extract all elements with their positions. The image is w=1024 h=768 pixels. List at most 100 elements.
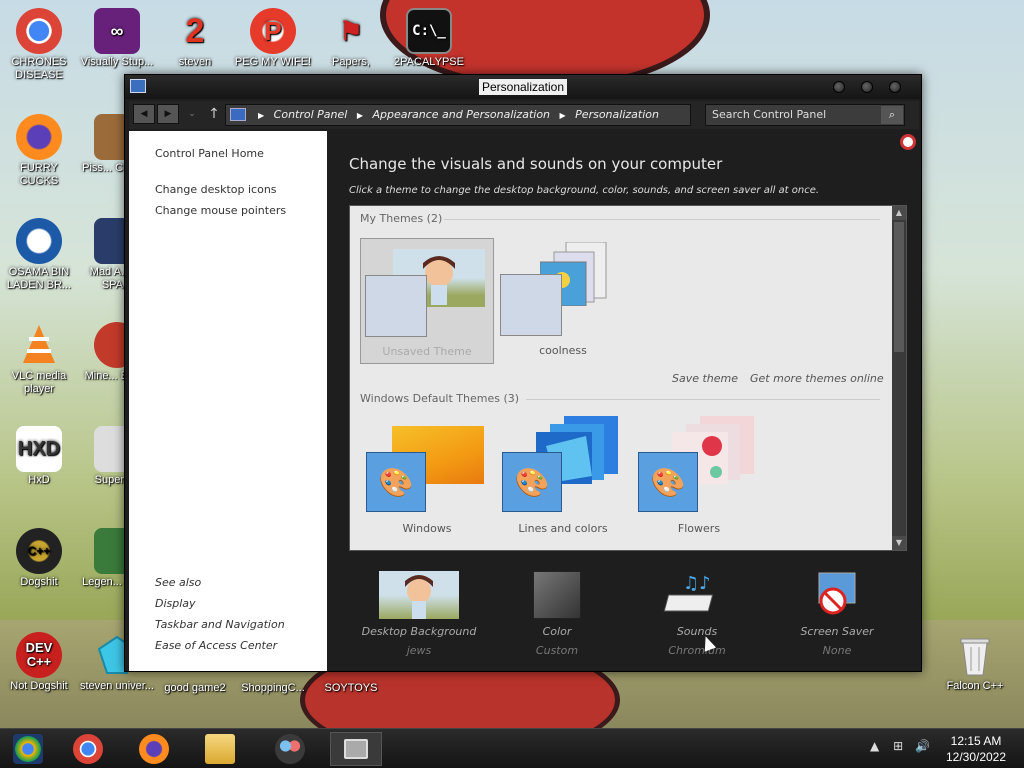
desktop-icon-shopping[interactable]: ShoppingC... bbox=[234, 682, 312, 695]
desktop-icon-label: steven bbox=[178, 56, 212, 68]
taskbar-people[interactable] bbox=[264, 732, 316, 766]
chrome-icon bbox=[16, 8, 62, 54]
desktop-icon-label: SOYTOYS bbox=[324, 682, 378, 694]
search-icon[interactable]: ⌕ bbox=[881, 106, 903, 124]
page-title: Change the visuals and sounds on your co… bbox=[349, 155, 723, 173]
cmd-icon: C:\_ bbox=[406, 8, 452, 54]
control-panel-home-link[interactable]: Control Panel Home bbox=[155, 147, 264, 160]
desktop-icon-peg[interactable]: P PEG MY WIFE! bbox=[234, 8, 312, 69]
desktop-icon-label: HxD bbox=[28, 474, 50, 486]
theme-name: Flowers bbox=[677, 522, 721, 535]
up-arrow-icon[interactable]: ↑ bbox=[203, 104, 225, 124]
desktop-icon-label: PEG MY WIFE! bbox=[234, 56, 312, 68]
sounds-icon: ♫♪ bbox=[657, 571, 737, 619]
desktop-icon-visual-studio[interactable]: ∞ Visually Stup... bbox=[78, 8, 156, 69]
get-more-themes-link[interactable]: Get more themes online bbox=[750, 372, 884, 385]
address-bar[interactable]: ▶ Control Panel ▶ Appearance and Persona… bbox=[225, 104, 786, 126]
desktop-icon-papers[interactable]: ⚑ Papers, bbox=[312, 8, 390, 69]
screen-saver-setting[interactable]: Screen Saver None bbox=[777, 571, 897, 657]
theme-coolness[interactable]: coolness bbox=[496, 238, 630, 364]
breadcrumb-personalization[interactable]: Personalization bbox=[575, 108, 659, 121]
change-mouse-pointers-link[interactable]: Change mouse pointers bbox=[155, 204, 286, 217]
recent-dropdown-icon[interactable]: ⌄ bbox=[181, 104, 203, 124]
setting-value: None bbox=[822, 644, 852, 657]
desktop-icon-soytoys[interactable]: SOYTOYS bbox=[312, 682, 390, 695]
taskbar-chrome[interactable] bbox=[62, 732, 114, 766]
close-button[interactable] bbox=[889, 81, 901, 93]
back-button[interactable]: ◀ bbox=[133, 104, 155, 124]
setting-value: Custom bbox=[535, 644, 579, 657]
desktop-icon-firefox[interactable]: FURRY CUCKS bbox=[0, 114, 78, 188]
desktop-icon-good-game[interactable]: good game2 bbox=[156, 682, 234, 695]
desktop-icon-dogshit[interactable]: C++ Dogshit bbox=[0, 528, 78, 589]
desktop-icon-chrome[interactable]: CHRONES DISEASE bbox=[0, 8, 78, 82]
desktop-icon-label: good game2 bbox=[164, 682, 226, 694]
taskbar-control-panel[interactable] bbox=[330, 732, 382, 766]
taskbar-navigation-link[interactable]: Taskbar and Navigation bbox=[155, 618, 285, 631]
chevron-right-icon[interactable]: ▶ bbox=[357, 111, 363, 120]
desktop-icon-osama[interactable]: OSAMA BIN LADEN BR... bbox=[0, 218, 78, 292]
help-icon[interactable] bbox=[900, 134, 916, 150]
themes-list: My Themes (2) Unsaved Theme coolness Sav… bbox=[349, 205, 907, 551]
desktop-icon-label: ShoppingC... bbox=[241, 682, 305, 694]
chevron-right-icon[interactable]: ▶ bbox=[560, 111, 566, 120]
ease-of-access-link[interactable]: Ease of Access Center bbox=[155, 639, 277, 652]
network-icon[interactable]: ⊞ bbox=[893, 739, 903, 753]
themes-scrollbar[interactable]: ▲ ▼ bbox=[892, 206, 906, 550]
desktop-icon-label: FURRY CUCKS bbox=[19, 162, 59, 187]
desktop-icon-label: 2PACALYPSE bbox=[394, 56, 464, 68]
desktop-icon-devcpp[interactable]: DEV C++ Not Dogshit bbox=[0, 632, 78, 693]
setting-label: Sounds bbox=[676, 625, 718, 638]
change-desktop-icons-link[interactable]: Change desktop icons bbox=[155, 183, 277, 196]
clock-date: 12/30/2022 bbox=[945, 750, 1007, 764]
system-tray: ▲ ⊞ 🔊 bbox=[870, 739, 930, 753]
desktop-background-setting[interactable]: Desktop Background jews bbox=[359, 571, 479, 657]
peg-icon: P bbox=[250, 8, 296, 54]
desktop-icon-vlc[interactable]: VLC media player bbox=[0, 322, 78, 396]
desktop-icon-label: Not Dogshit bbox=[10, 680, 68, 692]
theme-lines-colors[interactable]: 🎨 Lines and colors bbox=[496, 416, 630, 542]
scroll-thumb[interactable] bbox=[894, 222, 904, 352]
save-theme-link[interactable]: Save theme bbox=[672, 372, 738, 385]
color-wheel-icon: 🎨 bbox=[638, 452, 698, 512]
search-input[interactable]: Search Control Panel ⌕ bbox=[705, 104, 905, 126]
scroll-down-arrow-icon[interactable]: ▼ bbox=[892, 536, 906, 550]
control-panel-icon bbox=[344, 739, 368, 759]
see-also-heading: See also bbox=[155, 576, 202, 589]
theme-unsaved[interactable]: Unsaved Theme bbox=[360, 238, 494, 364]
color-setting[interactable]: Color Custom bbox=[497, 571, 617, 657]
recycle-bin-icon bbox=[952, 632, 998, 678]
personalization-window: Personalization ◀ ▶ ⌄ ↑ ▶ Control Panel … bbox=[124, 74, 922, 672]
taskbar-explorer[interactable] bbox=[194, 732, 246, 766]
dogshit-icon: C++ bbox=[16, 528, 62, 574]
volume-icon[interactable]: 🔊 bbox=[915, 739, 930, 753]
setting-label: Desktop Background bbox=[361, 625, 477, 638]
theme-windows[interactable]: 🎨 Windows bbox=[360, 416, 494, 542]
scroll-up-arrow-icon[interactable]: ▲ bbox=[892, 206, 906, 220]
forward-button[interactable]: ▶ bbox=[157, 104, 179, 124]
show-hidden-icons-icon[interactable]: ▲ bbox=[870, 739, 879, 753]
minimize-button[interactable] bbox=[833, 81, 845, 93]
desktop-icon-label: VLC media player bbox=[11, 370, 67, 395]
s2-icon: 2 bbox=[185, 11, 205, 50]
desktop-icon-recycle-bin[interactable]: Falcon C++ bbox=[936, 632, 1014, 693]
setting-label: Screen Saver bbox=[800, 625, 874, 638]
title-bar[interactable]: Personalization bbox=[125, 75, 921, 99]
maximize-button[interactable] bbox=[861, 81, 873, 93]
desktop-icon-2pacalypse[interactable]: C:\_ 2PACALYPSE bbox=[390, 8, 468, 69]
left-pane: Control Panel Home Change desktop icons … bbox=[129, 131, 327, 671]
papers-please-icon: ⚑ bbox=[339, 15, 363, 46]
sounds-setting[interactable]: ♫♪ Sounds Chromium bbox=[637, 571, 757, 657]
page-subtitle: Click a theme to change the desktop back… bbox=[349, 185, 820, 196]
hxd-icon: HXD bbox=[16, 426, 62, 472]
taskbar-firefox[interactable] bbox=[128, 732, 180, 766]
breadcrumb-appearance[interactable]: Appearance and Personalization bbox=[372, 108, 550, 121]
breadcrumb-control-panel[interactable]: Control Panel bbox=[274, 108, 348, 121]
start-button[interactable] bbox=[2, 732, 54, 766]
display-link[interactable]: Display bbox=[155, 597, 196, 610]
theme-flowers[interactable]: 🎨 Flowers bbox=[632, 416, 766, 542]
divider bbox=[526, 399, 880, 400]
clock[interactable]: 12:15 AM 12/30/2022 bbox=[936, 733, 1016, 765]
desktop-icon-hxd[interactable]: HXD HxD bbox=[0, 426, 78, 487]
desktop-icon-steven[interactable]: 2 steven bbox=[156, 8, 234, 69]
